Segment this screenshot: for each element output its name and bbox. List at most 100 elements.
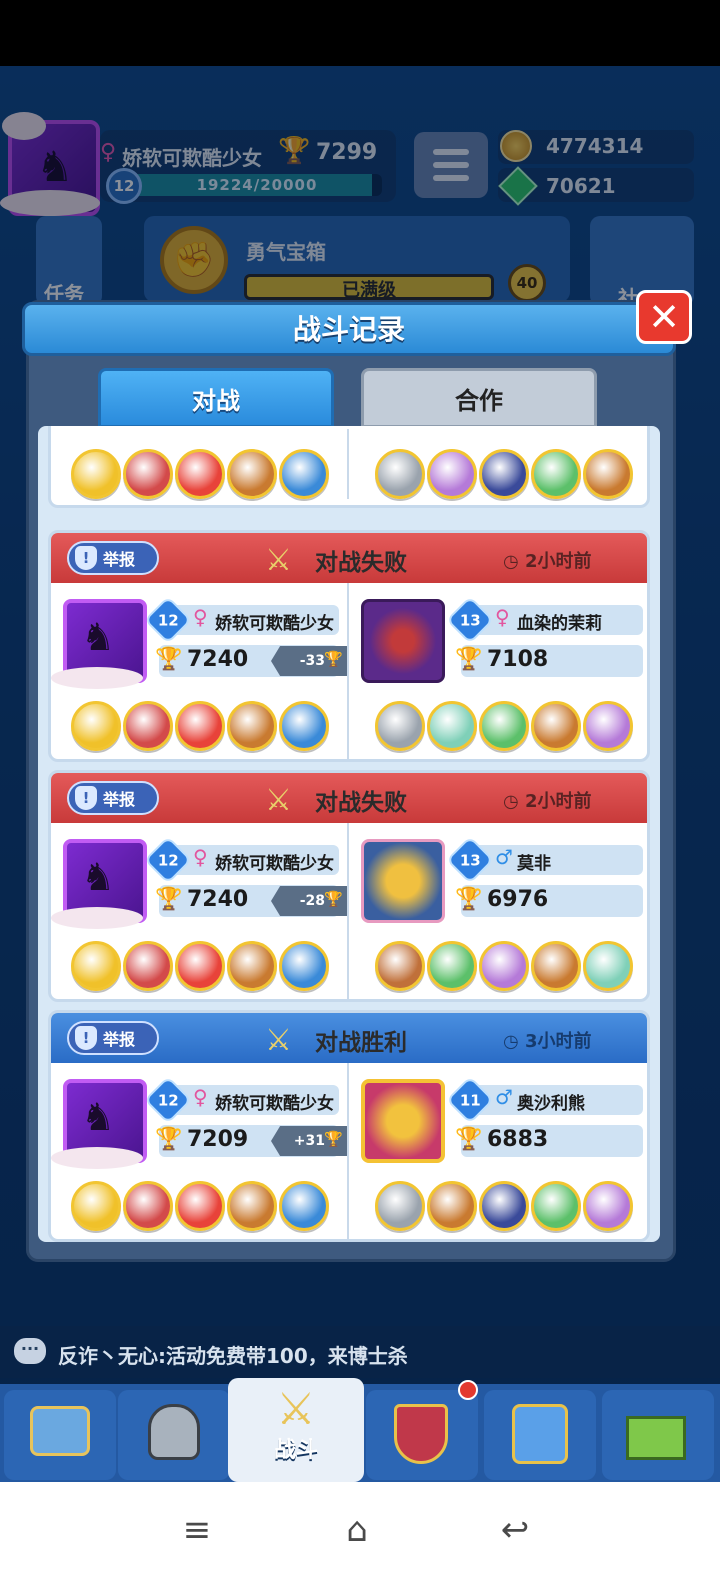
hero-knight-icon[interactable] bbox=[375, 701, 425, 751]
chat-bubble-icon: ··· bbox=[14, 1338, 46, 1364]
hero-yellow-icon[interactable] bbox=[71, 449, 121, 499]
hero-teal-icon[interactable] bbox=[427, 701, 477, 751]
hero-teal-icon[interactable] bbox=[583, 941, 633, 991]
tab-friends[interactable] bbox=[484, 1390, 596, 1480]
opponent-level: 13 bbox=[459, 851, 481, 869]
self-level-badge: 12 bbox=[143, 1075, 193, 1125]
close-button[interactable]: ✕ bbox=[636, 290, 692, 344]
hero-purple-icon[interactable] bbox=[583, 701, 633, 751]
hero-purple-icon[interactable] bbox=[479, 941, 529, 991]
opponent-avatar[interactable] bbox=[361, 1079, 445, 1163]
clock-icon: ◷ bbox=[503, 551, 525, 572]
avatar-silhouette-icon: ♞ bbox=[81, 855, 116, 899]
report-button[interactable]: ! 举报 bbox=[67, 541, 159, 575]
tab-heroes[interactable] bbox=[118, 1390, 230, 1480]
trophy-change-value: +31 bbox=[293, 1133, 325, 1149]
battle-record-card: ! 举报 ⚔ 对战胜利 ◷ 3小时前 ♞ 12 ♀ 娇软可欺酷少女 🏆 7209 +31 🏆 11 ♂ 奥沙利… bbox=[48, 1010, 650, 1242]
battle-result: 对战胜利 bbox=[315, 1030, 407, 1056]
home-nav-icon[interactable]: ⌂ bbox=[322, 1500, 392, 1560]
opponent-level: 13 bbox=[459, 611, 481, 629]
hero-monkey-icon[interactable] bbox=[375, 941, 425, 991]
hero-clown-icon[interactable] bbox=[175, 701, 225, 751]
hero-bear-icon[interactable] bbox=[531, 941, 581, 991]
hero-blue-icon[interactable] bbox=[279, 1181, 329, 1231]
hero-red-icon[interactable] bbox=[123, 941, 173, 991]
hero-knight-icon[interactable] bbox=[375, 449, 425, 499]
back-nav-icon[interactable]: ↩ bbox=[480, 1500, 550, 1560]
self-name: 娇软可欺酷少女 bbox=[215, 614, 334, 634]
opponent-name: 血染的茉莉 bbox=[517, 614, 602, 634]
trophy-icon: 🏆 bbox=[455, 887, 483, 912]
hero-ninja-icon[interactable] bbox=[479, 449, 529, 499]
opponent-avatar[interactable] bbox=[361, 599, 445, 683]
hero-knight-icon[interactable] bbox=[375, 1181, 425, 1231]
tab-coop[interactable]: 合作 bbox=[361, 368, 597, 428]
small-trophy-icon: 🏆 bbox=[324, 890, 343, 908]
hero-clown-icon[interactable] bbox=[175, 449, 225, 499]
crossed-swords-icon: ⚔ bbox=[265, 543, 292, 578]
crest-icon bbox=[394, 1404, 448, 1464]
friends-icon bbox=[512, 1404, 568, 1464]
hero-green-icon[interactable] bbox=[479, 701, 529, 751]
opponent-gender-icon: ♂ bbox=[495, 1085, 513, 1109]
hero-bear-icon[interactable] bbox=[427, 1181, 477, 1231]
report-button[interactable]: ! 举报 bbox=[67, 781, 159, 815]
hero-ninja-icon[interactable] bbox=[479, 1181, 529, 1231]
hero-bear-icon[interactable] bbox=[531, 701, 581, 751]
hero-yellow-icon[interactable] bbox=[71, 1181, 121, 1231]
clock-icon: ◷ bbox=[503, 1031, 525, 1052]
report-button[interactable]: ! 举报 bbox=[67, 1021, 159, 1055]
hero-purple-icon[interactable] bbox=[583, 1181, 633, 1231]
hero-bear-icon[interactable] bbox=[227, 701, 277, 751]
hero-green-icon[interactable] bbox=[427, 941, 477, 991]
trophy-change: -33 🏆 bbox=[271, 646, 347, 676]
hero-green-icon[interactable] bbox=[531, 449, 581, 499]
tab-garden[interactable] bbox=[602, 1390, 714, 1480]
hero-red-icon[interactable] bbox=[123, 1181, 173, 1231]
hero-bear-icon[interactable] bbox=[227, 941, 277, 991]
self-trophies: 7240 bbox=[187, 887, 249, 912]
tab-versus-label: 对战 bbox=[192, 386, 240, 415]
crossed-swords-icon: ⚔ bbox=[265, 1023, 292, 1058]
hero-bear-icon[interactable] bbox=[227, 1181, 277, 1231]
battle-time: ◷ 2小时前 bbox=[503, 787, 592, 813]
battle-record-list[interactable]: ! 举报 ⚔ 对战失败 ◷ 2小时前 ♞ 12 ♀ 娇软可欺酷少女 🏆 7240 -33 🏆 13 ♀ 血染的… bbox=[38, 426, 660, 1242]
hero-blue-icon[interactable] bbox=[279, 941, 329, 991]
hero-yellow-icon[interactable] bbox=[71, 701, 121, 751]
opponent-avatar[interactable] bbox=[361, 839, 445, 923]
hero-blue-icon[interactable] bbox=[279, 449, 329, 499]
crossed-swords-icon: ⚔ bbox=[276, 1384, 316, 1435]
hero-purple-icon[interactable] bbox=[427, 449, 477, 499]
tab-shop[interactable] bbox=[4, 1390, 116, 1480]
hero-bear-icon[interactable] bbox=[583, 449, 633, 499]
sprout-island-icon bbox=[626, 1416, 686, 1460]
self-gender-icon: ♀ bbox=[193, 1085, 208, 1109]
self-level: 12 bbox=[157, 611, 179, 629]
opponent-trophies: 6976 bbox=[487, 887, 549, 912]
small-trophy-icon: 🏆 bbox=[324, 650, 343, 668]
self-name: 娇软可欺酷少女 bbox=[215, 1094, 334, 1114]
trophy-icon: 🏆 bbox=[155, 1127, 183, 1152]
helmet-icon bbox=[148, 1404, 200, 1460]
hero-clown-icon[interactable] bbox=[175, 941, 225, 991]
tab-coop-label: 合作 bbox=[455, 386, 503, 415]
report-shield-icon: ! bbox=[75, 546, 97, 570]
hero-red-icon[interactable] bbox=[123, 701, 173, 751]
tab-versus[interactable]: 对战 bbox=[98, 368, 334, 428]
trophy-icon: 🏆 bbox=[455, 1127, 483, 1152]
hero-yellow-icon[interactable] bbox=[71, 941, 121, 991]
menu-nav-icon[interactable]: ≡ bbox=[162, 1500, 232, 1560]
hero-clown-icon[interactable] bbox=[175, 1181, 225, 1231]
hero-blue-icon[interactable] bbox=[279, 701, 329, 751]
report-label: 举报 bbox=[103, 1030, 136, 1049]
trophy-change-value: -28 bbox=[299, 893, 325, 909]
chat-message: 反诈丶无心:活动免费带100，来博士杀 bbox=[58, 1344, 408, 1368]
hero-green-icon[interactable] bbox=[531, 1181, 581, 1231]
card-divider bbox=[347, 583, 349, 759]
tab-ranking[interactable] bbox=[366, 1390, 478, 1480]
opponent-trophies: 6883 bbox=[487, 1127, 549, 1152]
self-level: 12 bbox=[157, 1091, 179, 1109]
battle-time-value: 2小时前 bbox=[524, 791, 592, 812]
hero-bear-icon[interactable] bbox=[227, 449, 277, 499]
hero-red-icon[interactable] bbox=[123, 449, 173, 499]
